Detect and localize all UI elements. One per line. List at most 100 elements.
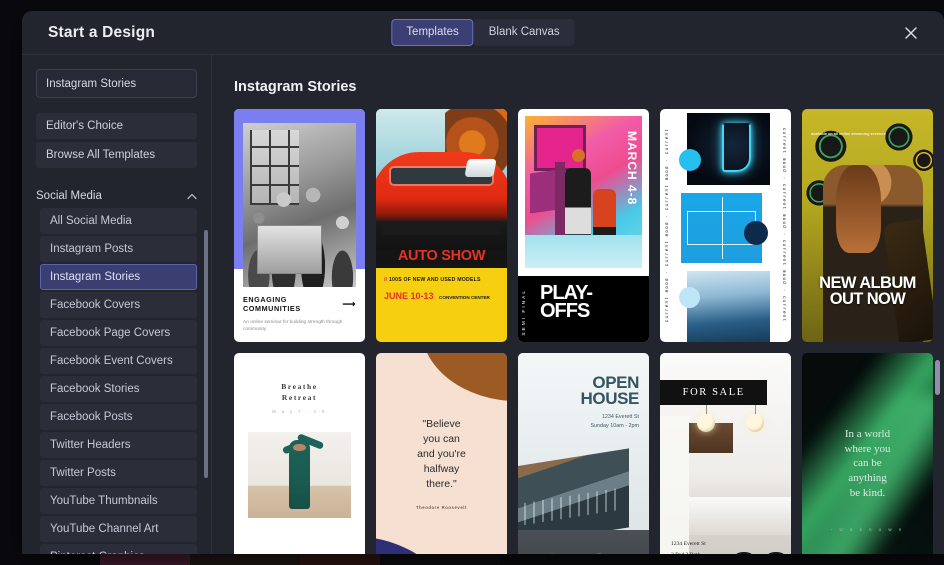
gallery-title: Instagram Stories (234, 79, 357, 95)
sidebar-item-instagram-posts[interactable]: Instagram Posts (40, 236, 197, 262)
decor-dot (744, 221, 768, 245)
sidebar-scrollbar-thumb[interactable] (204, 230, 208, 478)
template-grid: ENGAGING COMMUNITIES ⟶ An online seminar… (234, 109, 933, 554)
counter-graphic (688, 497, 791, 535)
card-image (248, 431, 351, 518)
sidebar-item-instagram-stories[interactable]: Instagram Stories (40, 264, 197, 290)
sidebar: Editor's Choice Browse All Templates Soc… (22, 55, 212, 554)
card-dates: M a y 7 - 1 0 (272, 408, 327, 414)
head-graphic (293, 443, 306, 452)
sidebar-item-facebook-event-covers[interactable]: Facebook Event Covers (40, 348, 197, 374)
mode-tabs: Templates Blank Canvas (391, 19, 575, 46)
template-card-auto-show[interactable]: SPRINGFIELD AUTO SHOW // 100S OF NEW AND… (376, 109, 507, 342)
white-overlay (660, 415, 689, 554)
sidebar-item-youtube-channel-art[interactable]: YouTube Channel Art (40, 516, 197, 542)
card-venue-text: CONVENTION CENTER (439, 295, 490, 300)
card-author: - U n k n o w n (830, 526, 905, 532)
arrow-right-icon: ⟶ (342, 298, 356, 309)
category-list: All Social Media Instagram Posts Instagr… (40, 208, 197, 554)
quick-links: Editor's Choice Browse All Templates (36, 113, 197, 168)
decor-dot (679, 149, 701, 171)
card-heading: NEW ALBUM OUT NOW (819, 274, 916, 309)
page-title: Start a Design (48, 23, 156, 41)
section-social-media-header[interactable]: Social Media (36, 190, 197, 202)
card-image (234, 109, 365, 287)
card-date-text: JUNE 10-13 (384, 291, 434, 301)
card-image (376, 109, 507, 249)
template-card-current-mood[interactable]: current mood · current mood · current mo… (660, 109, 791, 342)
template-card-breathe-retreat[interactable]: Breathe Retreat M a y 7 - 1 0 b r e a t … (234, 353, 365, 554)
template-card-believe-quote[interactable]: "Believe you can and you're halfway ther… (376, 353, 507, 554)
card-image (675, 109, 776, 342)
card-date: MARCH 4-8 (625, 131, 639, 206)
sidebar-item-browse-all-templates[interactable]: Browse All Templates (36, 142, 197, 168)
card-heading: OPEN HOUSE (580, 373, 640, 408)
chevron-up-icon (187, 193, 197, 199)
card-author: Theodore Roosevelt (415, 504, 468, 510)
court-floor (525, 234, 642, 268)
card-kicker: SEMI FINAL (522, 289, 527, 336)
card-hours: Sunday 10am - 2pm (590, 423, 639, 430)
template-card-open-house[interactable]: OPEN HOUSE 1234 Everett St Sunday 10am -… (518, 353, 649, 554)
photo (243, 123, 356, 287)
card-caption: SEMI FINAL PLAY- OFFS (518, 276, 649, 342)
gallery-scrollbar-thumb[interactable] (935, 360, 940, 395)
card-body: An online seminar for building strength … (243, 320, 343, 333)
decor-shape-bottom (376, 536, 454, 554)
neon-photo (687, 113, 770, 185)
sidebar-item-facebook-posts[interactable]: Facebook Posts (40, 404, 197, 430)
start-a-design-modal: Start a Design Templates Blank Canvas In… (22, 11, 944, 554)
sidebar-item-all-social-media[interactable]: All Social Media (40, 208, 197, 234)
rail-text: current mood · current mood · current mo… (781, 128, 786, 323)
tab-blank-canvas[interactable]: Blank Canvas (473, 19, 575, 46)
card-heading: ENGAGING COMMUNITIES (243, 295, 301, 313)
template-card-for-sale[interactable]: FOR SALE 1234 Everett St 3 Bed 2 Bath 20… (660, 353, 791, 554)
card-models-text: 100S OF NEW AND USED MODELS (388, 277, 481, 283)
search-box (36, 69, 197, 98)
section-label: Social Media (36, 190, 102, 202)
modal-header: Start a Design Templates Blank Canvas (22, 11, 944, 55)
sidebar-item-facebook-covers[interactable]: Facebook Covers (40, 292, 197, 318)
card-rail-left: current mood · current mood · current mo… (660, 109, 675, 342)
card-beds: 3 Bed 2 Bath (671, 550, 706, 554)
sidebar-item-facebook-page-covers[interactable]: Facebook Page Covers (40, 320, 197, 346)
card-address: 1234 Everett St (601, 414, 639, 421)
decor-dot (679, 287, 700, 308)
tab-templates[interactable]: Templates (391, 19, 474, 46)
sidebar-item-youtube-thumbnails[interactable]: YouTube Thumbnails (40, 488, 197, 514)
card-quote: In a world where you can be anything be … (844, 428, 891, 499)
pendant-lamp-icon (696, 387, 715, 432)
pendant-lamp-icon (746, 387, 765, 432)
slash-mark: // (384, 277, 388, 283)
sidebar-item-twitter-posts[interactable]: Twitter Posts (40, 460, 197, 486)
card-heading: Breathe Retreat (281, 382, 318, 403)
sidebar-item-pinterest-graphics[interactable]: Pinterest Graphics (40, 544, 197, 554)
template-gallery: Instagram Stories ENGAGING COMMUNITIES ⟶… (212, 55, 944, 554)
card-details: 1234 Everett St 3 Bed 2 Bath 2000 sq ft (671, 539, 706, 554)
card-rail-right: current mood · current mood · current mo… (776, 109, 791, 342)
hair-graphic (836, 164, 881, 254)
sidebar-item-facebook-stories[interactable]: Facebook Stories (40, 376, 197, 402)
headlight-graphic (464, 159, 497, 178)
modal-body: Editor's Choice Browse All Templates Soc… (22, 55, 944, 554)
card-header: Breathe Retreat M a y 7 - 1 0 (234, 353, 365, 414)
photo-heads (243, 172, 356, 287)
card-heading: PLAY- OFFS (540, 282, 593, 323)
template-card-playoffs[interactable]: MARCH 4-8 SEMI FINAL PLAY- OFFS (518, 109, 649, 342)
template-card-new-album[interactable]: available on all online streaming servic… (802, 109, 933, 342)
screen: Start a Design Templates Blank Canvas In… (0, 0, 944, 565)
pole-graphic (555, 161, 565, 238)
search-input[interactable] (37, 70, 196, 97)
close-button[interactable] (900, 22, 922, 44)
card-details: 1234 Everett St Sunday 10am - 2pm (518, 406, 649, 431)
card-date: JUNE 10-13 CONVENTION CENTER (384, 291, 499, 301)
card-address: 1234 Everett St (671, 541, 706, 548)
card-heading-2: AUTO SHOW (376, 248, 507, 268)
template-card-engaging-communities[interactable]: ENGAGING COMMUNITIES ⟶ An online seminar… (234, 109, 365, 342)
status-badge: FOR SALE (660, 380, 768, 405)
rocks-graphic (518, 530, 649, 554)
template-card-be-kind[interactable]: In a world where you can be anything be … (802, 353, 933, 554)
sidebar-item-twitter-headers[interactable]: Twitter Headers (40, 432, 197, 458)
card-availability-note: available on all online streaming servic… (811, 132, 886, 136)
sidebar-item-editors-choice[interactable]: Editor's Choice (36, 113, 197, 139)
